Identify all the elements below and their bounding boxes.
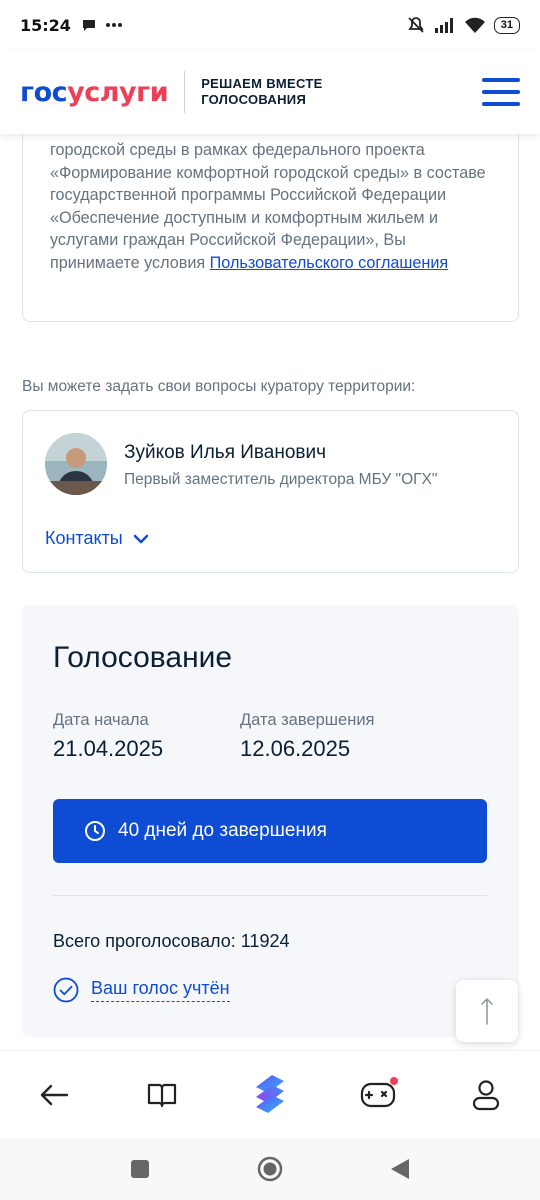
back-arrow-icon[interactable]	[24, 1065, 84, 1125]
browser-logo-icon[interactable]	[240, 1065, 300, 1125]
profile-icon[interactable]	[456, 1065, 516, 1125]
android-system-nav	[0, 1138, 540, 1200]
mute-icon	[408, 17, 424, 33]
hamburger-menu-icon[interactable]	[482, 78, 520, 106]
book-icon[interactable]	[132, 1065, 192, 1125]
agreement-text: городской среды в рамках федерального пр…	[50, 141, 486, 272]
gamepad-icon[interactable]	[348, 1065, 408, 1125]
scroll-to-top-button[interactable]	[456, 980, 518, 1042]
curator-role: Первый заместитель директора МБУ "ОГХ"	[124, 471, 438, 488]
agreement-card: городской среды в рамках федерального пр…	[22, 134, 519, 322]
chat-bubble-icon	[82, 20, 95, 31]
check-circle-icon	[53, 977, 79, 1003]
page-content: городской среды в рамках федерального пр…	[0, 134, 540, 1050]
end-date-label: Дата завершения	[240, 711, 375, 729]
wifi-icon	[464, 17, 485, 33]
deadline-button[interactable]: 40 дней до завершения	[53, 799, 487, 863]
more-dots-icon	[105, 23, 122, 27]
arrow-up-icon	[481, 997, 493, 1025]
status-bar: 15:24 31	[0, 0, 540, 50]
start-date-label: Дата начала	[53, 711, 149, 729]
avatar	[45, 433, 107, 495]
vote-recorded-status[interactable]: Ваш голос учтён	[53, 977, 230, 1003]
curator-name: Зуйков Илья Иванович	[124, 442, 327, 463]
total-votes: Всего проголосовало: 11924	[53, 931, 290, 951]
voting-card: Голосование Дата начала 21.04.2025 Дата …	[22, 605, 519, 1037]
curator-label: Вы можете задать свои вопросы куратору т…	[22, 378, 416, 395]
clock-icon	[85, 821, 105, 841]
divider	[53, 895, 487, 896]
start-date-value: 21.04.2025	[53, 736, 164, 761]
voting-title: Голосование	[53, 641, 233, 674]
header-divider	[184, 71, 186, 113]
notification-dot	[390, 1076, 398, 1085]
header-tagline: РЕШАЕМ ВМЕСТЕ ГОЛОСОВАНИЯ	[201, 76, 323, 107]
battery-icon: 31	[493, 16, 520, 34]
status-time: 15:24	[20, 15, 71, 35]
contacts-toggle[interactable]: Контакты	[45, 528, 149, 549]
user-agreement-link[interactable]: Пользовательского соглашения	[210, 254, 448, 272]
deadline-text: 40 дней до завершения	[118, 820, 327, 841]
home-circle-icon[interactable]	[250, 1149, 290, 1189]
back-triangle-icon[interactable]	[380, 1149, 420, 1189]
site-header: госуслуги РЕШАЕМ ВМЕСТЕ ГОЛОСОВАНИЯ	[0, 50, 540, 134]
chevron-down-icon	[133, 534, 148, 543]
browser-bottom-nav	[0, 1050, 540, 1138]
gosuslugi-logo[interactable]: госуслуги	[20, 77, 169, 108]
signal-icon	[434, 18, 453, 33]
contacts-label: Контакты	[45, 528, 123, 548]
curator-card: Зуйков Илья Иванович Первый заместитель …	[22, 410, 519, 573]
end-date-value: 12.06.2025	[240, 736, 351, 761]
vote-recorded-text: Ваш голос учтён	[91, 978, 230, 1002]
recents-square-icon[interactable]	[120, 1149, 160, 1189]
